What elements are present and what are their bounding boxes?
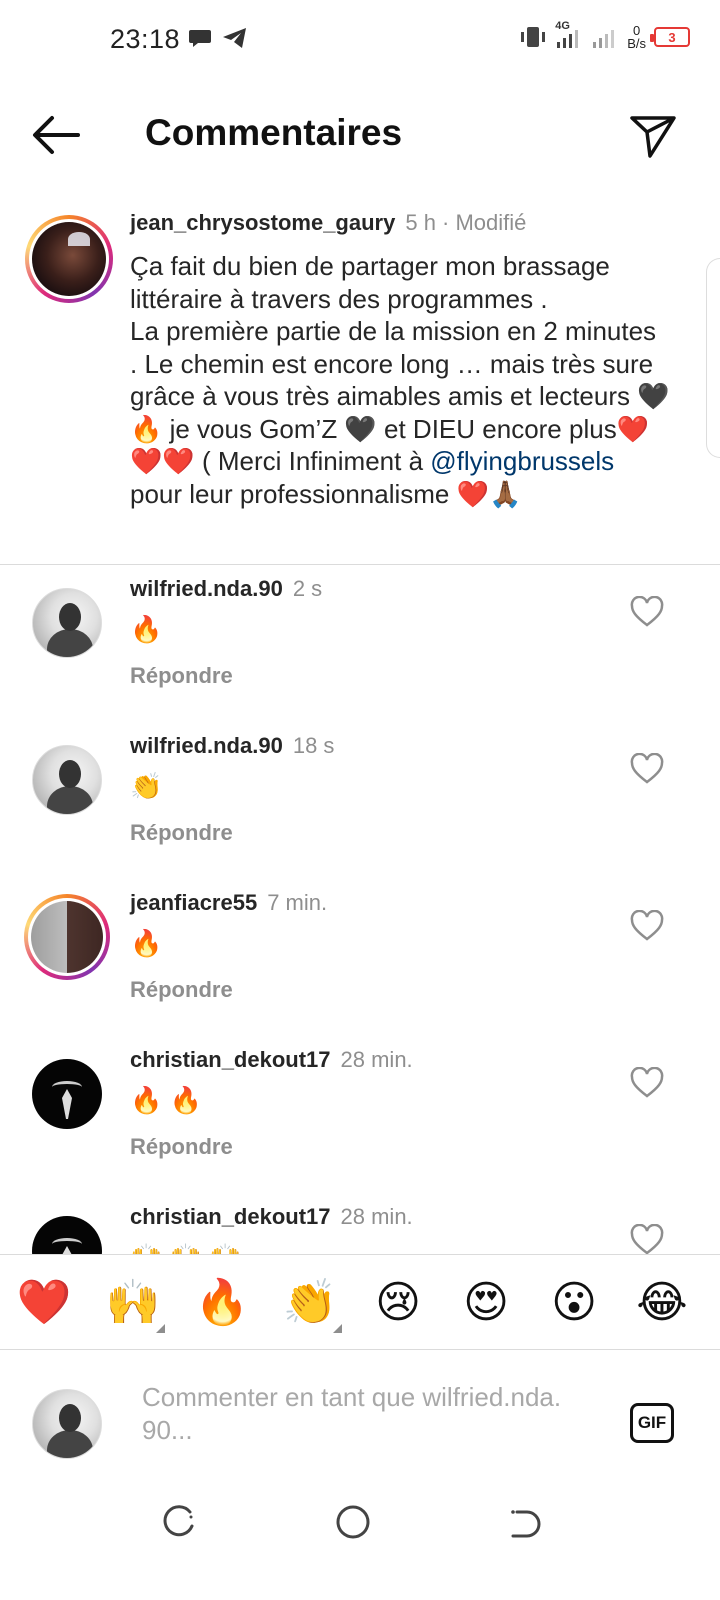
system-nav-bar <box>0 1480 720 1600</box>
speed-unit: B/s <box>627 36 646 51</box>
skin-tone-indicator <box>156 1324 165 1333</box>
comment-text: 🙌 🙌 🙌 <box>130 1242 242 1254</box>
comment-item: christian_dekout17 28 min. 🔥 🔥 Répondre <box>0 1037 720 1194</box>
caption-username[interactable]: jean_chrysostome_gaury <box>130 210 395 235</box>
comment-username[interactable]: jeanfiacre55 <box>130 890 257 915</box>
emoji-raised-hands: 🙌 <box>105 1278 161 1327</box>
status-time: 23:18 <box>110 24 181 54</box>
status-notification-icons <box>188 26 248 50</box>
chat-bubble-icon <box>189 30 211 47</box>
battery-level: 3 <box>668 29 676 45</box>
telegram-icon <box>223 28 246 48</box>
skin-tone-indicator <box>333 1324 342 1333</box>
emoji-clap: 👏 <box>282 1278 338 1327</box>
comment-header: christian_dekout17 28 min. <box>130 1047 413 1073</box>
comment-username[interactable]: christian_dekout17 <box>130 1204 331 1229</box>
comment-item: jeanfiacre55 7 min. 🔥 Répondre <box>0 880 720 1037</box>
comment-text: 🔥 🔥 <box>130 1085 202 1115</box>
reply-button[interactable]: Répondre <box>130 663 233 689</box>
heart-outline-icon[interactable] <box>630 1067 664 1099</box>
status-bar: 23:18 4G 0 B/s 3 <box>0 0 720 80</box>
reply-button[interactable]: Répondre <box>130 977 233 1003</box>
caption-author-avatar[interactable] <box>25 215 113 303</box>
comment-header: jeanfiacre55 7 min. <box>130 890 327 916</box>
emoji-surprised-button[interactable]: 😮 <box>546 1275 602 1331</box>
battery-icon: 3 <box>650 27 690 47</box>
send-icon[interactable] <box>628 110 678 160</box>
emoji-heart-eyes-button[interactable]: 😍 <box>458 1275 514 1331</box>
home-icon[interactable] <box>333 1502 373 1542</box>
comment-username[interactable]: wilfried.nda.90 <box>130 576 283 601</box>
caption-text: Ça fait du bien de partager mon brassage… <box>130 250 670 510</box>
commenter-avatar[interactable] <box>32 1216 102 1254</box>
caption-header: jean_chrysostome_gaury 5 h · Modifié <box>130 210 526 236</box>
signal-4g-icon: 4G <box>555 20 583 50</box>
comment-item: wilfried.nda.90 18 s 👏 Répondre <box>0 723 720 880</box>
comment-time: 28 min. <box>340 1047 413 1072</box>
heart-outline-icon[interactable] <box>630 1224 664 1254</box>
reply-button[interactable]: Répondre <box>130 820 233 846</box>
commenter-avatar-story[interactable] <box>24 894 110 980</box>
caption-mention-link[interactable]: @flyingbrussels <box>430 446 614 476</box>
comment-text: 🔥 <box>130 928 163 958</box>
gif-label: GIF <box>637 1413 667 1432</box>
caption-meta: 5 h · Modifié <box>405 210 527 235</box>
comment-username[interactable]: wilfried.nda.90 <box>130 733 283 758</box>
comment-time: 7 min. <box>267 890 328 915</box>
emoji-heart-button[interactable]: ❤️ <box>16 1275 72 1331</box>
comment-item: wilfried.nda.90 2 s 🔥 Répondre <box>0 566 720 723</box>
emoji-quick-bar: ❤️ 🙌 🔥 👏 😢 😍 😮 😂 <box>0 1254 720 1350</box>
post-caption: jean_chrysostome_gaury 5 h · Modifié Ça f… <box>0 200 720 565</box>
caption-text-part-1: Ça fait du bien de partager mon brassage… <box>130 251 670 476</box>
comment-header: christian_dekout17 28 min. <box>130 1204 413 1230</box>
comment-item: christian_dekout17 28 min. 🙌 🙌 🙌 <box>0 1194 720 1254</box>
comment-composer: Commenter en tant que wilfried.nda. 90..… <box>0 1351 720 1476</box>
reply-button[interactable]: Répondre <box>130 1134 233 1160</box>
commenter-avatar[interactable] <box>32 745 102 815</box>
comment-input-placeholder: Commenter en tant que wilfried.nda. 90..… <box>142 1382 562 1445</box>
back-arrow-icon[interactable] <box>30 112 82 158</box>
emoji-sad-button[interactable]: 😢 <box>370 1275 426 1331</box>
gif-icon[interactable]: GIF <box>630 1403 674 1443</box>
comments-list[interactable]: wilfried.nda.90 2 s 🔥 Répondre wilfried.n… <box>0 566 720 1254</box>
heart-outline-icon[interactable] <box>630 596 664 628</box>
emoji-fire-button[interactable]: 🔥 <box>194 1275 250 1331</box>
emoji-clap-button[interactable]: 👏 <box>282 1275 342 1333</box>
comment-time: 2 s <box>292 576 323 601</box>
network-speed: 0 B/s <box>627 24 646 50</box>
avatar-image <box>32 222 106 296</box>
app-header: Commentaires <box>0 90 720 180</box>
back-nav-icon[interactable] <box>505 1502 545 1542</box>
commenter-avatar[interactable] <box>32 588 102 658</box>
comment-header: wilfried.nda.90 2 s <box>130 576 322 602</box>
side-scroll-handle[interactable] <box>706 258 720 458</box>
comment-time: 28 min. <box>340 1204 413 1229</box>
comment-input[interactable]: Commenter en tant que wilfried.nda. 90..… <box>142 1381 602 1447</box>
emoji-raised-hands-button[interactable]: 🙌 <box>105 1275 165 1333</box>
emoji-laughing-button[interactable]: 😂 <box>634 1275 690 1331</box>
comment-time: 18 s <box>292 733 335 758</box>
status-system-icons: 4G 0 B/s 3 <box>519 20 690 50</box>
current-user-avatar <box>32 1389 102 1459</box>
comment-header: wilfried.nda.90 18 s <box>130 733 334 759</box>
comment-username[interactable]: christian_dekout17 <box>130 1047 331 1072</box>
caption-text-part-2: pour leur professionnalisme ❤️🙏🏾 <box>130 478 522 509</box>
comment-text: 👏 <box>130 771 163 801</box>
recent-apps-icon[interactable] <box>160 1502 200 1542</box>
heart-outline-icon[interactable] <box>630 753 664 785</box>
heart-outline-icon[interactable] <box>630 910 664 942</box>
signal-bars-icon <box>593 30 615 48</box>
page-title: Commentaires <box>145 112 403 153</box>
vibrate-icon <box>521 27 546 47</box>
comment-text: 🔥 <box>130 614 163 644</box>
commenter-avatar[interactable] <box>32 1059 102 1129</box>
